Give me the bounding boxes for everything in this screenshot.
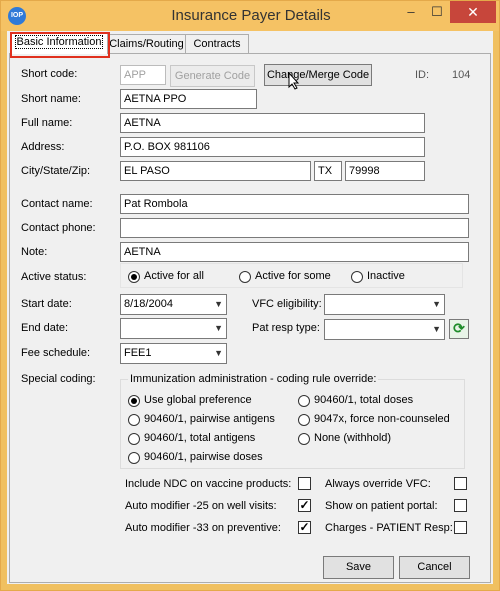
include-ndc-checkbox[interactable] <box>298 477 311 490</box>
show-on-portal-label: Show on patient portal: <box>325 500 438 512</box>
active-for-all-label: Active for all <box>144 270 204 282</box>
chevron-down-icon: ▼ <box>214 348 223 358</box>
save-button[interactable]: Save <box>323 556 394 579</box>
change-merge-code-button[interactable]: Change/Merge Code <box>264 64 372 86</box>
full-name-input[interactable]: AETNA <box>120 113 425 133</box>
always-override-vfc-checkbox[interactable] <box>454 477 467 490</box>
chevron-down-icon: ▼ <box>214 299 223 309</box>
id-value: 104 <box>452 69 471 81</box>
fee-schedule-label: Fee schedule: <box>21 347 91 359</box>
special-coding-label: Special coding: <box>21 373 96 385</box>
immunization-option-label: 9047x, force non-counseled <box>314 413 450 425</box>
active-for-some-label: Active for some <box>255 270 331 282</box>
tab-claims-routing[interactable]: Claims/Routing <box>106 34 187 54</box>
immunization-option-label: 90460/1, total doses <box>314 394 414 406</box>
minimize-button[interactable]: – <box>398 1 424 23</box>
pat-resp-type-select[interactable]: ▼ <box>324 319 445 340</box>
include-ndc-label: Include NDC on vaccine products: <box>125 478 292 490</box>
pat-resp-type-label: Pat resp type: <box>252 322 320 334</box>
full-name-label: Full name: <box>21 117 73 129</box>
end-date-label: End date: <box>21 322 69 334</box>
start-date-value: 8/18/2004 <box>124 298 173 310</box>
auto-modifier-25-label: Auto modifier -25 on well visits: <box>125 500 277 512</box>
end-date-picker[interactable]: ▼ <box>120 318 227 339</box>
contact-name-label: Contact name: <box>21 198 93 210</box>
fee-schedule-value: FEE1 <box>124 347 152 359</box>
short-name-label: Short name: <box>21 93 81 105</box>
auto-modifier-25-checkbox[interactable]: ✓ <box>298 499 311 512</box>
cancel-button[interactable]: Cancel <box>399 556 470 579</box>
radio-force-non-counseled[interactable] <box>298 414 310 426</box>
auto-modifier-33-checkbox[interactable]: ✓ <box>298 521 311 534</box>
radio-total-doses[interactable] <box>298 395 310 407</box>
immunization-option-label: Use global preference <box>144 394 252 406</box>
charges-patient-resp-label: Charges - PATIENT Resp: <box>325 522 453 534</box>
refresh-icon[interactable]: ⟳ <box>449 319 469 339</box>
immunization-option-label: None (withhold) <box>314 432 392 444</box>
contact-name-input[interactable]: Pat Rombola <box>120 194 469 214</box>
short-code-input[interactable]: APP <box>120 65 166 85</box>
contact-phone-input[interactable] <box>120 218 469 238</box>
radio-inactive[interactable] <box>351 271 363 283</box>
short-name-input[interactable]: AETNA PPO <box>120 89 257 109</box>
immunization-option-label: 90460/1, pairwise antigens <box>144 413 275 425</box>
state-input[interactable]: TX <box>314 161 342 181</box>
note-input[interactable]: AETNA <box>120 242 469 262</box>
radio-active-for-some[interactable] <box>239 271 251 283</box>
radio-pairwise-doses[interactable] <box>128 452 140 464</box>
active-status-label: Active status: <box>21 271 87 283</box>
short-code-label: Short code: <box>21 68 78 80</box>
generate-code-button: Generate Code <box>170 65 255 87</box>
radio-use-global-preference[interactable] <box>128 395 140 407</box>
tab-contracts[interactable]: Contracts <box>185 34 249 54</box>
mouse-cursor-icon <box>288 72 300 90</box>
insurance-payer-window: IOP Insurance Payer Details – ☐ ✕ Basic … <box>0 0 500 591</box>
radio-none-withhold[interactable] <box>298 433 310 445</box>
tab-highlight-frame <box>10 32 110 58</box>
charges-patient-resp-checkbox[interactable] <box>454 521 467 534</box>
immunization-group-title: Immunization administration - coding rul… <box>128 373 379 385</box>
radio-pairwise-antigens[interactable] <box>128 414 140 426</box>
start-date-picker[interactable]: 8/18/2004 ▼ <box>120 294 227 315</box>
radio-active-for-all[interactable] <box>128 271 140 283</box>
inactive-label: Inactive <box>367 270 405 282</box>
chevron-down-icon: ▼ <box>432 299 441 309</box>
city-input[interactable]: EL PASO <box>120 161 311 181</box>
chevron-down-icon: ▼ <box>214 323 223 333</box>
id-label: ID: <box>415 69 430 81</box>
note-label: Note: <box>21 246 48 258</box>
auto-modifier-33-label: Auto modifier -33 on preventive: <box>125 522 281 534</box>
city-state-zip-label: City/State/Zip: <box>21 165 91 177</box>
title-bar[interactable]: IOP Insurance Payer Details – ☐ ✕ <box>1 1 499 31</box>
chevron-down-icon: ▼ <box>432 324 441 334</box>
tab-label: Contracts <box>193 38 241 50</box>
start-date-label: Start date: <box>21 298 72 310</box>
basic-information-panel: Short code: APP Generate Code Change/Mer… <box>9 53 491 583</box>
close-button[interactable]: ✕ <box>450 1 496 23</box>
immunization-option-label: 90460/1, pairwise doses <box>144 451 263 463</box>
fee-schedule-select[interactable]: FEE1 ▼ <box>120 343 227 364</box>
zip-input[interactable]: 79998 <box>345 161 425 181</box>
tab-label: Claims/Routing <box>109 38 184 50</box>
vfc-eligibility-select[interactable]: ▼ <box>324 294 445 315</box>
address-label: Address: <box>21 141 65 153</box>
show-on-portal-checkbox[interactable] <box>454 499 467 512</box>
contact-phone-label: Contact phone: <box>21 222 96 234</box>
immunization-option-label: 90460/1, total antigens <box>144 432 256 444</box>
window-client-area: Basic Information Claims/Routing Contrac… <box>7 31 493 584</box>
address-input[interactable]: P.O. BOX 981106 <box>120 137 425 157</box>
vfc-eligibility-label: VFC eligibility: <box>252 298 322 310</box>
radio-total-antigens[interactable] <box>128 433 140 445</box>
maximize-button[interactable]: ☐ <box>424 1 450 23</box>
always-override-vfc-label: Always override VFC: <box>325 478 431 490</box>
